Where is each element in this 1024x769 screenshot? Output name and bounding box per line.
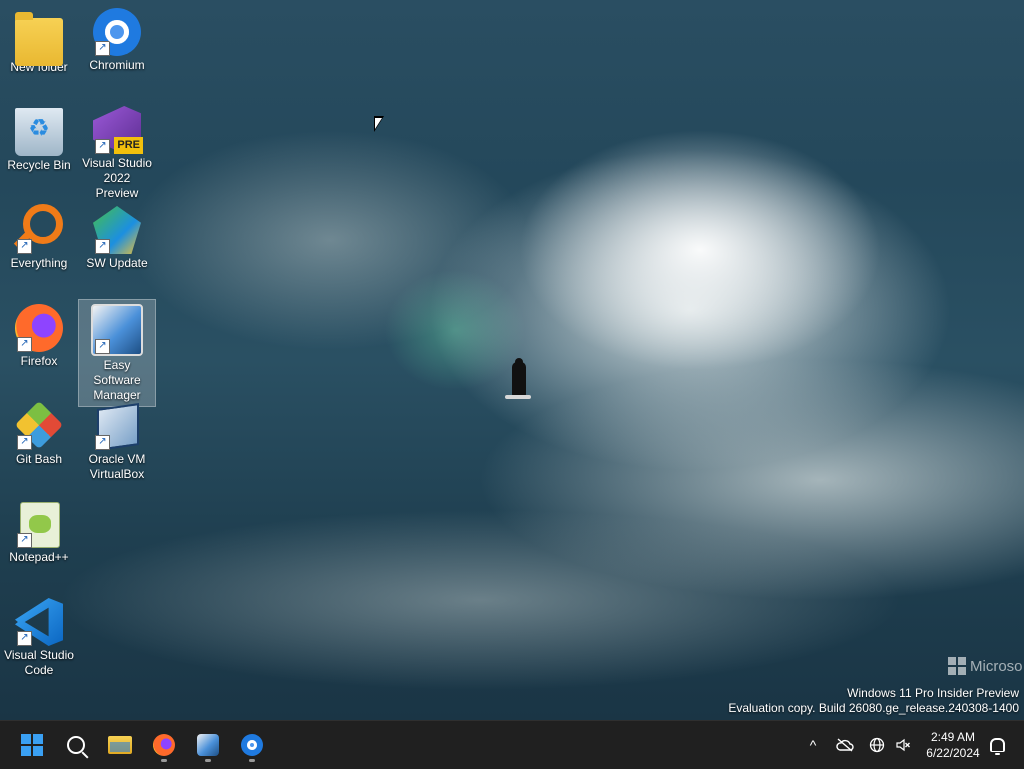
chevron-up-icon: ^ [809,737,817,753]
start-button[interactable] [14,727,50,763]
watermark-line-edition: Windows 11 Pro Insider Preview [847,686,1019,700]
clock-date: 6/22/2024 [926,746,980,760]
sw-update-icon: ↗ [93,206,141,254]
notepad-plus-plus-icon: ↗ [15,500,63,548]
desktop-icon-recycle-bin[interactable]: ♻ Recycle Bin [1,104,77,176]
firefox-icon: ↗ [15,304,63,352]
shortcut-arrow-icon: ↗ [17,239,32,254]
vscode-icon: ↗ [15,598,63,646]
chromium-icon: ↗ [93,8,141,56]
microsoft-watermark: Microso [948,657,1023,675]
desktop-icon-notepad-plus-plus[interactable]: ↗ Notepad++ [1,496,77,568]
chromium-icon [241,734,263,756]
clock-time: 2:49 AM [930,730,976,744]
desktop-icon-label: Visual Studio 2022 Preview [82,156,152,200]
desktop-icon-everything[interactable]: ↗ Everything [1,202,77,274]
virtualbox-icon: ↗ [93,402,141,451]
evaluation-watermark: Windows 11 Pro Insider Preview Evaluatio… [728,686,1019,716]
desktop-icon-label: SW Update [86,256,148,270]
watermark-line-build: Evaluation copy. Build 26080.ge_release.… [728,701,1019,715]
taskbar-easy-software-manager-button[interactable] [190,727,226,763]
everything-icon: ↗ [15,204,63,254]
shortcut-arrow-icon: ↗ [95,339,110,354]
microsoft-brand-text: Microso [970,657,1023,675]
shortcut-arrow-icon: ↗ [95,139,110,154]
desktop-icon-label: Oracle VM VirtualBox [88,452,146,481]
desktop-icon-git-bash[interactable]: ↗ Git Bash [1,398,77,470]
easy-software-manager-icon [197,734,219,756]
taskbar-firefox-button[interactable] [146,727,182,763]
bell-icon [989,738,1005,755]
cloud-offline-icon [836,738,854,752]
taskbar-clock[interactable]: 2:49 AM 6/22/2024 [920,729,986,761]
taskbar-search-button[interactable] [58,727,94,763]
start-icon [21,734,43,756]
volume-tray-button[interactable] [892,721,914,769]
firefox-icon [153,734,175,756]
volume-muted-icon [896,738,910,752]
surfboard [505,395,531,399]
shortcut-arrow-icon: ↗ [95,41,110,56]
shortcut-arrow-icon: ↗ [17,435,32,450]
desktop-icon-sw-update[interactable]: ↗ SW Update [79,202,155,274]
desktop-icon-label: Everything [10,256,68,270]
desktop-icon-visual-studio-2022-preview[interactable]: PRE ↗ Visual Studio 2022 Preview [79,102,155,204]
surfer [512,362,526,396]
desktop-icon-label: Notepad++ [9,550,69,564]
desktop-icon-oracle-vm-virtualbox[interactable]: ↗ Oracle VM VirtualBox [79,398,155,485]
shortcut-arrow-icon: ↗ [17,337,32,352]
taskbar-file-explorer-button[interactable] [102,727,138,763]
desktop-icon-label: Git Bash [15,452,63,466]
file-explorer-icon [108,736,132,754]
desktop-icon-new-folder[interactable]: New folder [1,6,77,78]
desktop-icon-label: Recycle Bin [7,158,71,172]
visual-studio-icon: PRE ↗ [93,106,143,154]
desktop-icon-easy-software-manager[interactable]: ↗ Easy Software Manager [78,299,156,407]
folder-icon [15,12,63,66]
shortcut-arrow-icon: ↗ [17,631,32,646]
show-hidden-icons-button[interactable]: ^ [802,721,824,769]
desktop-icon-firefox[interactable]: ↗ Firefox [1,300,77,372]
taskbar-chromium-button[interactable] [234,727,270,763]
preview-badge: PRE [114,137,143,154]
taskbar: ^ 2:49 AM 6/22/2024 [0,720,1024,769]
search-icon [67,736,85,754]
notifications-button[interactable] [986,721,1008,769]
easy-software-manager-icon: ↗ [91,304,143,356]
desktop-icon-chromium[interactable]: ↗ Chromium [79,4,155,76]
git-bash-icon: ↗ [14,400,64,450]
network-tray-button[interactable] [866,721,888,769]
shortcut-arrow-icon: ↗ [95,239,110,254]
shortcut-arrow-icon: ↗ [95,435,110,450]
recycle-bin-icon: ♻ [15,108,63,156]
running-indicator [161,759,167,762]
desktop-icon-label: Chromium [89,58,145,72]
running-indicator [205,759,211,762]
globe-icon [869,737,885,753]
mouse-cursor-icon [374,116,384,132]
desktop-icon-label: Firefox [20,354,58,368]
desktop-icon-visual-studio-code[interactable]: ↗ Visual Studio Code [1,594,77,681]
windows-logo-icon [948,657,966,675]
desktop-icon-label: Visual Studio Code [4,648,74,677]
running-indicator [249,759,255,762]
shortcut-arrow-icon: ↗ [17,533,32,548]
onedrive-tray-button[interactable] [834,721,856,769]
